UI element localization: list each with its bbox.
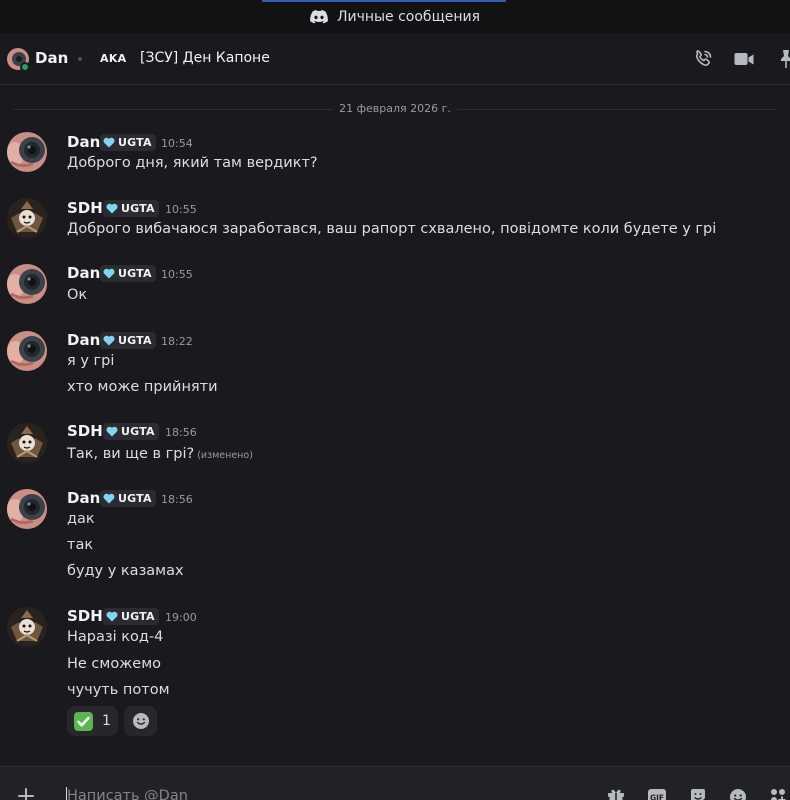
header-separator-dot bbox=[78, 57, 82, 61]
message-text: Не сможемо bbox=[67, 656, 162, 672]
message-text: хто може прийняти bbox=[67, 379, 218, 395]
message-author[interactable]: Dan bbox=[67, 331, 100, 349]
message-author[interactable]: SDH bbox=[67, 422, 103, 440]
avatar[interactable] bbox=[7, 264, 47, 304]
sticker-icon[interactable] bbox=[688, 786, 708, 800]
titlebar-center: Личные сообщения bbox=[0, 7, 790, 27]
message-author[interactable]: SDH bbox=[67, 607, 103, 625]
header-username[interactable]: Dan bbox=[35, 49, 68, 67]
svg-text:GIF: GIF bbox=[650, 794, 664, 800]
heart-icon bbox=[103, 137, 115, 148]
message-text: буду у казамах bbox=[67, 563, 184, 579]
add-icon[interactable] bbox=[16, 786, 36, 800]
server-tag-label: UGTA bbox=[118, 136, 152, 149]
server-tag-badge[interactable]: UGTA bbox=[100, 490, 156, 507]
avatar[interactable] bbox=[7, 489, 47, 529]
heart-icon bbox=[106, 611, 118, 622]
message-timestamp[interactable]: 18:56 bbox=[161, 493, 193, 506]
server-tag-label: UGTA bbox=[121, 202, 155, 215]
message-timestamp[interactable]: 18:56 bbox=[165, 426, 197, 439]
server-tag-badge[interactable]: UGTA bbox=[100, 134, 156, 151]
message-timestamp[interactable]: 10:54 bbox=[161, 137, 193, 150]
message-text: так bbox=[67, 537, 94, 553]
message-text-content: Так, ви ще в грі? bbox=[67, 446, 195, 462]
gif-icon[interactable]: GIF bbox=[647, 786, 667, 800]
video-call-icon[interactable] bbox=[733, 48, 755, 70]
check-mark-emoji bbox=[74, 711, 93, 731]
avatar[interactable] bbox=[7, 423, 47, 463]
discord-icon bbox=[310, 10, 328, 24]
message-text: Ок bbox=[67, 287, 88, 303]
message-timestamp[interactable]: 18:22 bbox=[161, 335, 193, 348]
message-author[interactable]: Dan bbox=[67, 489, 100, 507]
window-title: Личные сообщения bbox=[336, 9, 481, 25]
message-timestamp[interactable]: 19:00 bbox=[165, 611, 197, 624]
heart-icon bbox=[106, 203, 118, 214]
server-tag-label: UGTA bbox=[118, 492, 152, 505]
message-timestamp[interactable]: 10:55 bbox=[165, 203, 197, 216]
avatar[interactable] bbox=[7, 198, 47, 238]
message-text: чучуть потом bbox=[67, 682, 170, 698]
message-text: я у грі bbox=[67, 353, 115, 369]
message-input[interactable] bbox=[67, 786, 587, 800]
pin-icon[interactable] bbox=[775, 48, 790, 70]
avatar[interactable] bbox=[7, 607, 47, 647]
header-nickname: [ЗСУ] Ден Капоне bbox=[140, 50, 270, 66]
server-tag-badge[interactable]: UGTA bbox=[103, 608, 159, 625]
date-divider-label: 21 февраля 2026 г. bbox=[333, 102, 457, 115]
message-text: Так, ви ще в грі? (изменено) bbox=[67, 446, 253, 462]
message-text: дак bbox=[67, 511, 95, 527]
server-tag-label: UGTA bbox=[121, 425, 155, 438]
message-text: Наразі код-4 bbox=[67, 629, 164, 645]
message-author[interactable]: Dan bbox=[67, 264, 100, 282]
heart-icon bbox=[103, 493, 115, 504]
date-divider: 21 февраля 2026 г. bbox=[0, 102, 790, 115]
titlebar-accent bbox=[262, 0, 506, 2]
server-tag-badge[interactable]: UGTA bbox=[100, 332, 156, 349]
heart-icon bbox=[106, 426, 118, 437]
apps-icon[interactable] bbox=[768, 786, 788, 800]
heart-icon bbox=[103, 268, 115, 279]
server-tag-label: UGTA bbox=[121, 610, 155, 623]
message-text: Доброго вибачаюся заработався, ваш рапор… bbox=[67, 221, 717, 237]
reaction-checkmark[interactable]: 1 bbox=[67, 706, 118, 736]
dm-header: Dan AKA [ЗСУ] Ден Капоне bbox=[0, 33, 790, 85]
message-timestamp[interactable]: 10:55 bbox=[161, 268, 193, 281]
add-reaction-icon bbox=[132, 713, 149, 729]
avatar[interactable] bbox=[7, 132, 47, 172]
message-composer: GIF bbox=[0, 766, 790, 800]
message-author[interactable]: SDH bbox=[67, 199, 103, 217]
avatar[interactable] bbox=[7, 331, 47, 371]
server-tag-label: UGTA bbox=[118, 267, 152, 280]
server-tag-badge[interactable]: UGTA bbox=[103, 423, 159, 440]
heart-icon bbox=[103, 335, 115, 346]
server-tag-badge[interactable]: UGTA bbox=[103, 200, 159, 217]
reaction-count: 1 bbox=[102, 713, 111, 729]
online-status-indicator bbox=[20, 62, 30, 72]
server-tag-label: UGTA bbox=[118, 334, 152, 347]
message-author[interactable]: Dan bbox=[67, 133, 100, 151]
phone-call-icon[interactable] bbox=[692, 48, 714, 70]
gift-icon[interactable] bbox=[606, 786, 626, 800]
edited-label: (изменено) bbox=[197, 450, 253, 461]
window-titlebar: Личные сообщения bbox=[0, 0, 790, 33]
server-tag-badge[interactable]: UGTA bbox=[100, 265, 156, 282]
header-tag: AKA bbox=[100, 52, 127, 65]
message-text: Доброго дня, який там вердикт? bbox=[67, 155, 318, 171]
emoji-icon[interactable] bbox=[728, 786, 748, 800]
add-reaction-button[interactable] bbox=[124, 706, 157, 736]
